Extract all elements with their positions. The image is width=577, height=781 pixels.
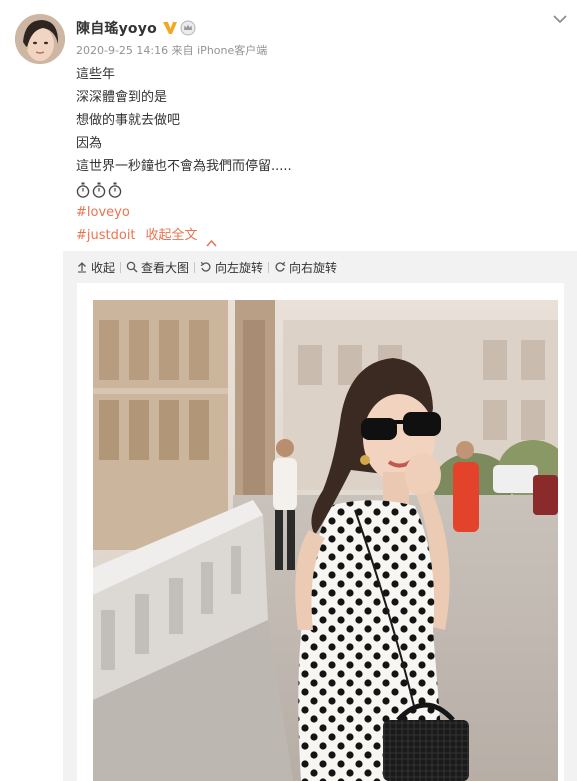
rotate-right-label: 向右旋转 [289, 260, 338, 275]
rotate-right-icon [274, 261, 286, 273]
post-line: 深深體會到的是 [76, 90, 168, 105]
post-source: iPhone客户端 [197, 44, 268, 57]
tag-and-collapse-row: #justdoit 收起全文 [76, 224, 292, 247]
arrow-up-icon [76, 261, 88, 273]
rotate-left-icon [200, 261, 212, 273]
collapse-media-button[interactable]: 收起 [76, 259, 115, 276]
collapse-text-link[interactable]: 收起全文 [146, 224, 198, 247]
hashtag-link[interactable]: #loveyo [76, 201, 292, 224]
toolbar-divider [268, 261, 270, 273]
stopwatch-icon [108, 182, 122, 198]
post-line: 想做的事就去做吧 [76, 113, 181, 128]
member-crown-icon[interactable] [180, 20, 196, 36]
magnifier-icon [126, 261, 138, 273]
collapse-media-label: 收起 [91, 260, 116, 275]
toolbar-divider [194, 261, 196, 273]
post-meta: 2020-9-25 14:16 来自 iPhone客户端 [76, 42, 267, 58]
post-line: 因為 [76, 136, 103, 151]
chevron-up-icon[interactable] [205, 232, 217, 247]
view-large-image-label: 查看大图 [141, 260, 190, 275]
stopwatch-icon [92, 182, 106, 198]
view-large-image-button[interactable]: 查看大图 [126, 259, 189, 276]
media-panel: 收起 查看大图 向左旋转 向右旋转 [63, 251, 577, 781]
weibo-post: 陳自瑤yoyo 2020-9-25 14:16 来自 iPhone客户端 這些年… [0, 0, 577, 781]
avatar[interactable] [15, 14, 65, 64]
rotate-left-label: 向左旋转 [215, 260, 264, 275]
media-toolbar: 收起 查看大图 向左旋转 向右旋转 [76, 259, 337, 275]
author-row: 陳自瑤yoyo [76, 18, 196, 38]
emoji-row [76, 178, 292, 201]
post-timestamp[interactable]: 2020-9-25 14:16 [76, 44, 168, 57]
post-line: 這些年 [76, 67, 116, 82]
photo-frame [77, 283, 564, 781]
rotate-right-button[interactable]: 向右旋转 [274, 259, 337, 276]
post-photo[interactable] [93, 300, 558, 781]
hashtag-link[interactable]: #justdoit [76, 224, 136, 247]
source-prefix: 来自 [171, 44, 194, 57]
post-menu-chevron-down-icon[interactable] [552, 10, 568, 24]
toolbar-divider [120, 261, 122, 273]
post-line: 這世界一秒鐘也不會為我們而停留..... [76, 159, 292, 174]
rotate-left-button[interactable]: 向左旋转 [200, 259, 263, 276]
verified-badge-icon[interactable] [162, 20, 178, 36]
post-text: 這些年 深深體會到的是 想做的事就去做吧 因為 這世界一秒鐘也不會為我們而停留.… [76, 63, 292, 247]
author-name[interactable]: 陳自瑤yoyo [76, 18, 157, 38]
stopwatch-icon [76, 182, 90, 198]
